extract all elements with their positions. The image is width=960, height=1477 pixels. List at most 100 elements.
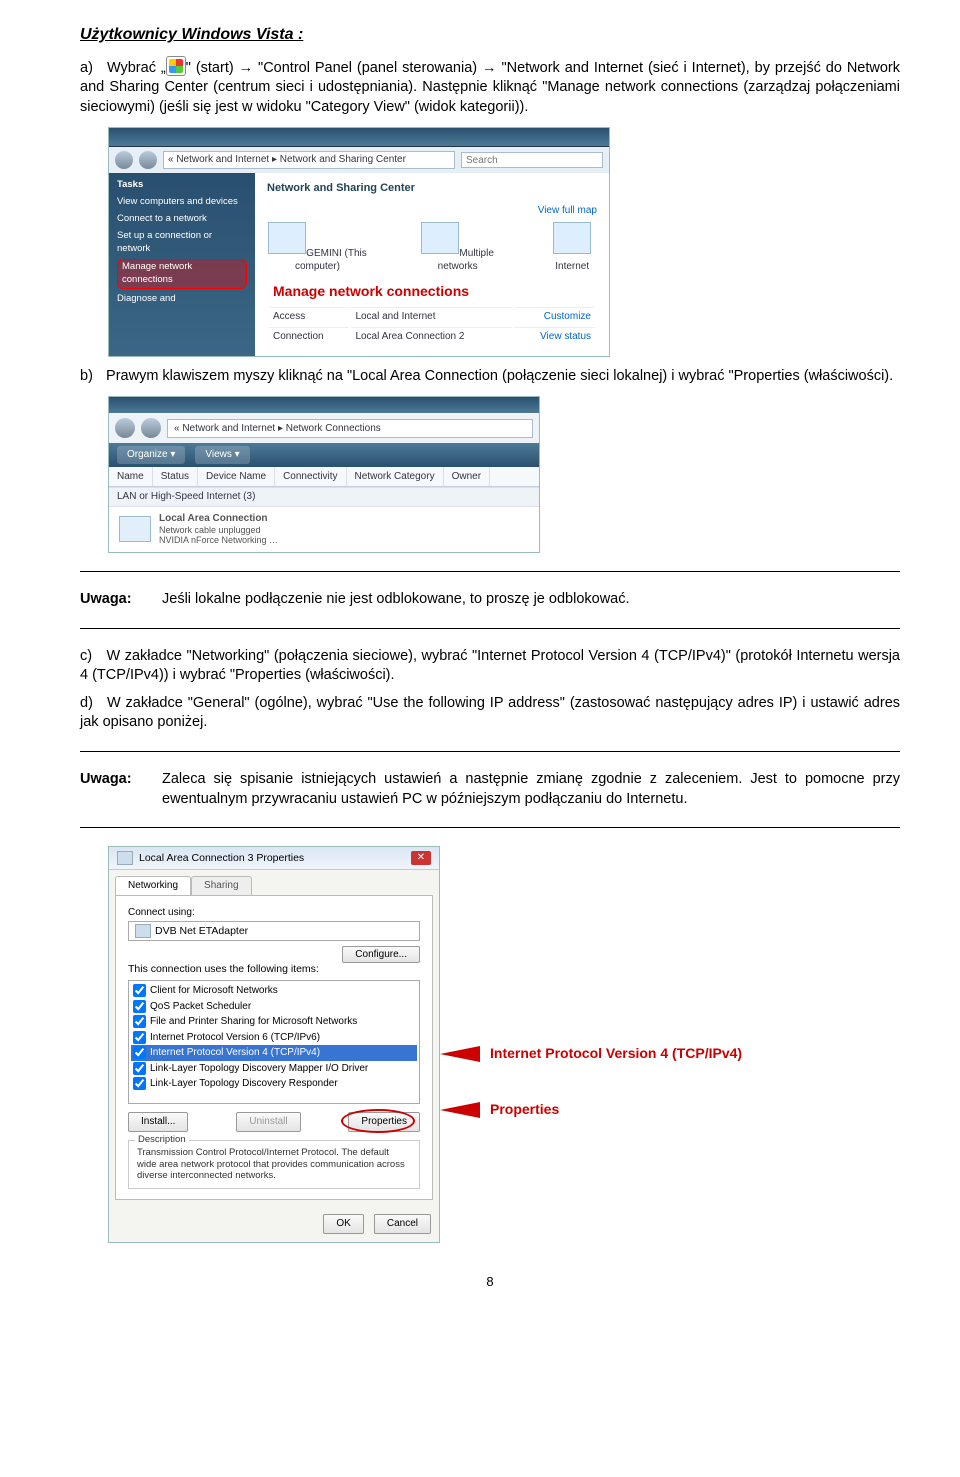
column-headers: Name Status Device Name Connectivity Net… xyxy=(109,467,539,488)
col[interactable]: Name xyxy=(109,467,153,487)
tab-networking[interactable]: Networking xyxy=(115,876,191,895)
connection-name: Local Area Connection xyxy=(159,513,268,524)
toolbar: Organize ▾ Views ▾ xyxy=(109,443,539,467)
item-checkbox[interactable] xyxy=(133,1015,146,1028)
col[interactable]: Device Name xyxy=(198,467,275,487)
close-icon[interactable]: ✕ xyxy=(411,851,431,865)
uses-items-label: This connection uses the following items… xyxy=(128,963,319,975)
cancel-button[interactable]: Cancel xyxy=(374,1214,431,1234)
item-label: File and Printer Sharing for Microsoft N… xyxy=(150,1015,357,1029)
note-label: Uwaga: xyxy=(80,770,140,790)
adapter-field: DVB Net ETAdapter xyxy=(128,921,420,941)
note-text: Jeśli lokalne podłączenie nie jest odblo… xyxy=(162,590,630,610)
forward-button[interactable] xyxy=(141,418,161,438)
sidebar-item[interactable]: Connect to a network xyxy=(117,213,247,226)
map-node-label: Internet xyxy=(555,261,589,272)
forward-button[interactable] xyxy=(139,151,157,169)
list-item[interactable]: Internet Protocol Version 6 (TCP/IPv6) xyxy=(131,1030,417,1046)
item-label: Link-Layer Topology Discovery Responder xyxy=(150,1077,338,1091)
cell: Connection xyxy=(269,327,349,346)
separator xyxy=(80,571,900,572)
step-b: b) Prawym klawiszem myszy kliknąć na "Lo… xyxy=(80,367,900,387)
category-row: LAN or High-Speed Internet (3) xyxy=(109,487,539,507)
connection-device: NVIDIA nForce Networking … xyxy=(159,535,278,545)
sidebar-item[interactable]: Set up a connection or network xyxy=(117,230,247,256)
address-bar[interactable]: « Network and Internet ▸ Network Connect… xyxy=(167,419,533,438)
note-text: Zaleca się spisanie istniejących ustawie… xyxy=(162,770,900,809)
annotation-properties: Properties xyxy=(490,1101,559,1117)
tab-pane: Connect using: DVB Net ETAdapter Configu… xyxy=(115,895,433,1200)
step-a-t1: Wybrać „ xyxy=(107,60,166,76)
callout-manage-network: Manage network connections xyxy=(273,282,597,301)
dialog-title: Local Area Connection 3 Properties xyxy=(139,851,304,865)
view-full-map-link[interactable]: View full map xyxy=(267,204,597,218)
back-button[interactable] xyxy=(115,418,135,438)
sidebar-item-manage-network[interactable]: Manage network connections xyxy=(117,259,247,289)
item-label: Internet Protocol Version 4 (TCP/IPv4) xyxy=(150,1046,320,1060)
note-1: Uwaga: Jeśli lokalne podłączenie nie jes… xyxy=(80,590,900,610)
description-label: Description xyxy=(135,1134,189,1146)
description-box: Description Transmission Control Protoco… xyxy=(128,1140,420,1190)
address-bar[interactable]: « Network and Internet ▸ Network and Sha… xyxy=(163,151,455,169)
sidebar: Tasks View computers and devices Connect… xyxy=(109,173,255,355)
tabs: Networking Sharing xyxy=(109,870,439,895)
list-item[interactable]: Link-Layer Topology Discovery Responder xyxy=(131,1076,417,1092)
views-button[interactable]: Views ▾ xyxy=(195,446,249,464)
window-titlebar xyxy=(109,128,609,147)
map-node-computer: GEMINI (This computer) xyxy=(267,222,368,274)
connect-using-label: Connect using: xyxy=(128,906,420,920)
back-button[interactable] xyxy=(115,151,133,169)
sidebar-item[interactable]: Diagnose and xyxy=(117,293,247,306)
item-checkbox[interactable] xyxy=(133,1031,146,1044)
list-item[interactable]: QoS Packet Scheduler xyxy=(131,999,417,1015)
item-checkbox[interactable] xyxy=(133,1077,146,1090)
step-a: a) Wybrać „" (start) → "Control Panel (p… xyxy=(80,56,900,118)
install-button[interactable]: Install... xyxy=(128,1112,188,1132)
tab-sharing[interactable]: Sharing xyxy=(191,876,251,895)
organize-button[interactable]: Organize ▾ xyxy=(117,446,185,464)
view-status-link[interactable]: View status xyxy=(514,327,595,346)
sidebar-heading: Tasks xyxy=(117,179,143,190)
window-navbar: « Network and Internet ▸ Network Connect… xyxy=(109,413,539,443)
panel-title: Network and Sharing Center xyxy=(267,181,597,196)
window-titlebar xyxy=(109,397,539,413)
list-item[interactable]: File and Printer Sharing for Microsoft N… xyxy=(131,1014,417,1030)
note-2: Uwaga: Zaleca się spisanie istniejących … xyxy=(80,770,900,809)
step-letter: c) xyxy=(80,647,102,667)
separator xyxy=(80,751,900,752)
sidebar-item[interactable]: View computers and devices xyxy=(117,196,247,209)
col[interactable]: Network Category xyxy=(347,467,444,487)
col[interactable]: Owner xyxy=(444,467,490,487)
item-checkbox[interactable] xyxy=(133,1062,146,1075)
item-checkbox[interactable] xyxy=(133,1046,146,1059)
step-d-text: W zakładce "General" (ogólne), wybrać "U… xyxy=(80,695,900,731)
connection-item[interactable]: Local Area Connection Network cable unpl… xyxy=(109,507,539,553)
col[interactable]: Connectivity xyxy=(275,467,346,487)
step-letter: b) xyxy=(80,367,102,387)
ok-button[interactable]: OK xyxy=(323,1214,363,1234)
separator xyxy=(80,827,900,828)
customize-link[interactable]: Customize xyxy=(514,307,595,326)
cell: Access xyxy=(269,307,349,326)
screenshot-properties-dialog: Local Area Connection 3 Properties ✕ Net… xyxy=(108,846,440,1243)
list-item-selected-ipv4[interactable]: Internet Protocol Version 4 (TCP/IPv4) xyxy=(131,1045,417,1061)
network-adapter-icon xyxy=(119,516,151,542)
item-label: Link-Layer Topology Discovery Mapper I/O… xyxy=(150,1062,368,1076)
map-node-label: GEMINI (This computer) xyxy=(295,248,367,273)
col[interactable]: Status xyxy=(153,467,198,487)
search-input[interactable] xyxy=(461,152,603,168)
step-letter: a) xyxy=(80,59,102,79)
window-navbar: « Network and Internet ▸ Network and Sha… xyxy=(109,147,609,173)
list-item[interactable]: Client for Microsoft Networks xyxy=(131,983,417,999)
item-checkbox[interactable] xyxy=(133,1000,146,1013)
item-checkbox[interactable] xyxy=(133,984,146,997)
annotation-ipv4: Internet Protocol Version 4 (TCP/IPv4) xyxy=(490,1045,742,1061)
screenshot-network-connections: « Network and Internet ▸ Network Connect… xyxy=(108,396,540,553)
screenshot-properties-dialog-wrap: Local Area Connection 3 Properties ✕ Net… xyxy=(108,846,900,1243)
configure-button[interactable]: Configure... xyxy=(342,946,420,963)
list-item[interactable]: Link-Layer Topology Discovery Mapper I/O… xyxy=(131,1061,417,1077)
separator xyxy=(80,628,900,629)
properties-button[interactable]: Properties xyxy=(348,1112,420,1132)
item-label: QoS Packet Scheduler xyxy=(150,1000,251,1014)
step-b-text: Prawym klawiszem myszy kliknąć na "Local… xyxy=(106,368,893,384)
